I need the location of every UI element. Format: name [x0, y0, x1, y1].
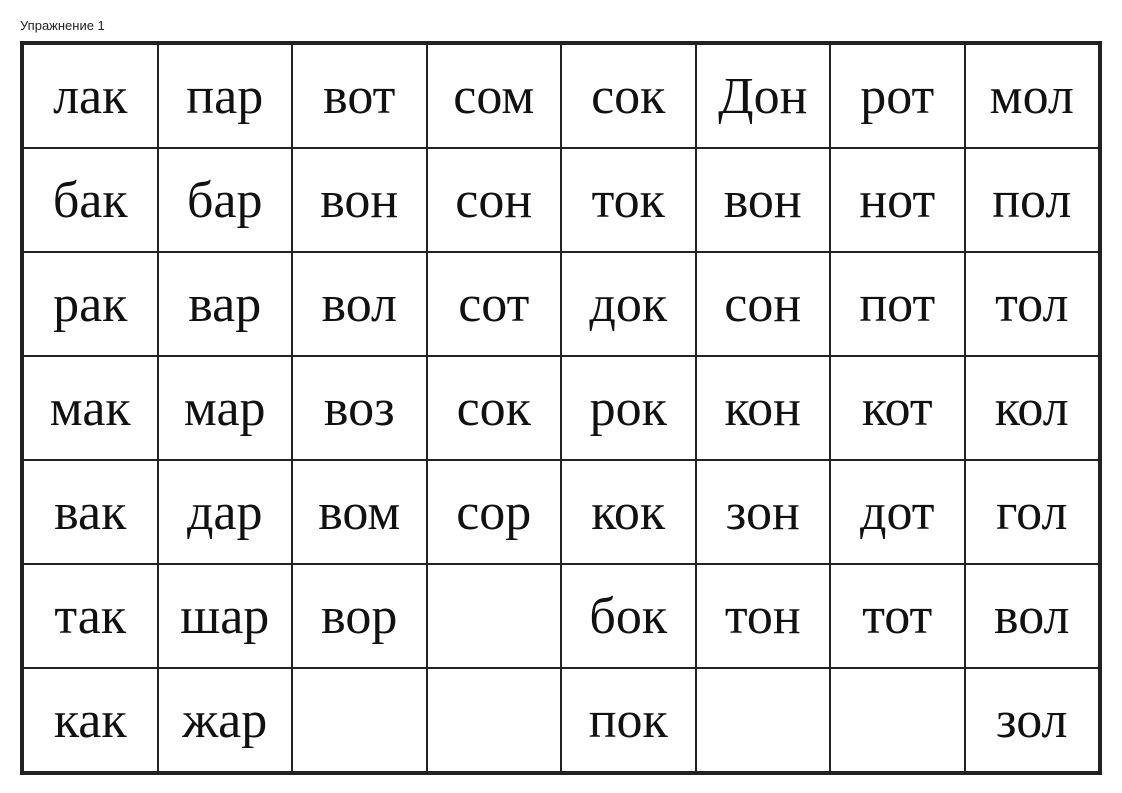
table-cell: сон [427, 148, 562, 252]
table-cell: бок [561, 564, 696, 668]
table-cell: нот [830, 148, 965, 252]
table-cell: вар [158, 252, 293, 356]
table-row: вакдарвомсоркокзондотгол [23, 460, 1099, 564]
table-cell: Дон [696, 44, 831, 148]
table-cell: зон [696, 460, 831, 564]
table-cell [427, 564, 562, 668]
table-cell: шар [158, 564, 293, 668]
table-cell: как [23, 668, 158, 772]
table-cell: мар [158, 356, 293, 460]
table-cell: тот [830, 564, 965, 668]
table-cell: так [23, 564, 158, 668]
table-cell [292, 668, 427, 772]
table-row: такшарвор боктонтотвол [23, 564, 1099, 668]
table-row: ракварволсотдоксонпоттол [23, 252, 1099, 356]
table-cell: вон [696, 148, 831, 252]
table-row: бакбарвонсонтоквоннотпол [23, 148, 1099, 252]
table-row: макмарвозсокрокконкоткол [23, 356, 1099, 460]
table-cell: вор [292, 564, 427, 668]
table-cell: жар [158, 668, 293, 772]
table-cell: сом [427, 44, 562, 148]
table-cell: вак [23, 460, 158, 564]
table-cell [427, 668, 562, 772]
table-cell: пот [830, 252, 965, 356]
table-cell: бак [23, 148, 158, 252]
table-cell: док [561, 252, 696, 356]
table-cell: сок [427, 356, 562, 460]
table-cell: воз [292, 356, 427, 460]
table-cell: вол [292, 252, 427, 356]
table-cell: лак [23, 44, 158, 148]
table-cell: сор [427, 460, 562, 564]
table-cell: ток [561, 148, 696, 252]
table-cell: тол [965, 252, 1100, 356]
table-cell: кол [965, 356, 1100, 460]
table-cell: рот [830, 44, 965, 148]
word-grid: лакпарвотсомсокДонротмолбакбарвонсонтокв… [20, 41, 1102, 775]
table-cell [696, 668, 831, 772]
table-cell: кон [696, 356, 831, 460]
table-cell: кот [830, 356, 965, 460]
table-cell: дот [830, 460, 965, 564]
table-cell: сот [427, 252, 562, 356]
table-cell: сон [696, 252, 831, 356]
table-cell: мол [965, 44, 1100, 148]
table-cell: вол [965, 564, 1100, 668]
table-cell: мак [23, 356, 158, 460]
table-cell: вом [292, 460, 427, 564]
table-cell: кок [561, 460, 696, 564]
table-row: какжар пок зол [23, 668, 1099, 772]
table-cell: бар [158, 148, 293, 252]
table-cell: пол [965, 148, 1100, 252]
table-cell [830, 668, 965, 772]
table-cell: пар [158, 44, 293, 148]
table-cell: рок [561, 356, 696, 460]
table-cell: гол [965, 460, 1100, 564]
table-cell: вон [292, 148, 427, 252]
table-cell: пок [561, 668, 696, 772]
table-row: лакпарвотсомсокДонротмол [23, 44, 1099, 148]
table-cell: зол [965, 668, 1100, 772]
table-cell: тон [696, 564, 831, 668]
page-title: Упражнение 1 [20, 18, 1102, 33]
table-cell: сок [561, 44, 696, 148]
table-cell: рак [23, 252, 158, 356]
table-cell: вот [292, 44, 427, 148]
table-cell: дар [158, 460, 293, 564]
